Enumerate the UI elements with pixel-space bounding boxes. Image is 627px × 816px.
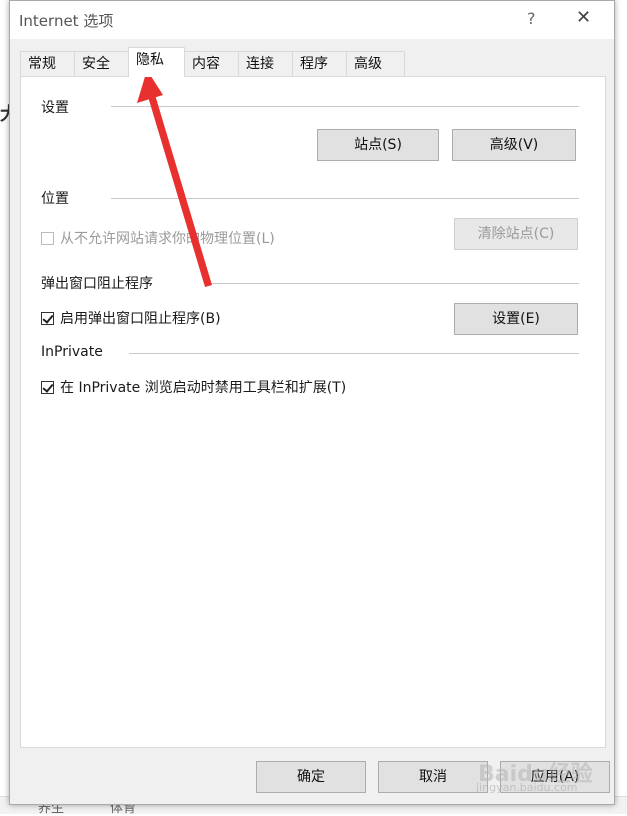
privacy-panel: 设置 站点(S) 高级(V) 位置 从不允许网站请求你的物理位置(L) 清除站点… (20, 76, 606, 748)
location-divider (111, 198, 579, 199)
watermark-url: jingyan.baidu.com (476, 781, 578, 794)
popup-settings-button[interactable]: 设置(E) (454, 303, 578, 335)
location-checkbox-row[interactable]: 从不允许网站请求你的物理位置(L) (41, 228, 275, 248)
location-checkbox-label: 从不允许网站请求你的物理位置(L) (60, 231, 275, 247)
cancel-button[interactable]: 取消 (378, 761, 488, 793)
tab-programs[interactable]: 程序 (292, 51, 347, 76)
checkmark-icon (42, 380, 54, 393)
help-button[interactable]: ? (527, 9, 536, 28)
inprivate-checkbox-label: 在 InPrivate 浏览启动时禁用工具栏和扩展(T) (60, 380, 347, 396)
tab-general[interactable]: 常规 (20, 51, 75, 76)
location-checkbox[interactable] (41, 231, 54, 245)
location-section-label: 位置 (41, 191, 69, 207)
popup-blocker-checkbox[interactable] (41, 311, 54, 325)
popup-blocker-divider (211, 283, 579, 284)
settings-section-label: 设置 (41, 100, 69, 116)
settings-divider (111, 106, 579, 107)
tab-advanced[interactable]: 高级 (346, 51, 405, 76)
clear-sites-button[interactable]: 清除站点(C) (454, 218, 578, 250)
tab-connections[interactable]: 连接 (238, 51, 293, 76)
advanced-button[interactable]: 高级(V) (452, 129, 576, 161)
internet-options-dialog: Internet 选项 ? ✕ 常规 安全 隐私 内容 连接 程序 高级 设置 … (9, 0, 615, 805)
tab-security[interactable]: 安全 (74, 51, 129, 76)
checkmark-icon (42, 311, 54, 324)
dialog-titlebar[interactable]: Internet 选项 ? ✕ (10, 1, 614, 39)
popup-blocker-checkbox-row[interactable]: 启用弹出窗口阻止程序(B) (41, 308, 221, 328)
inprivate-section-label: InPrivate (41, 344, 103, 360)
inprivate-checkbox-row[interactable]: 在 InPrivate 浏览启动时禁用工具栏和扩展(T) (41, 377, 346, 397)
tab-privacy[interactable]: 隐私 (128, 47, 185, 77)
inprivate-checkbox[interactable] (41, 380, 54, 394)
ok-button[interactable]: 确定 (256, 761, 366, 793)
dialog-title: Internet 选项 (19, 12, 114, 30)
popup-blocker-section-label: 弹出窗口阻止程序 (41, 276, 153, 292)
tab-content[interactable]: 内容 (184, 51, 239, 76)
close-button[interactable]: ✕ (576, 7, 591, 28)
sites-button[interactable]: 站点(S) (317, 129, 439, 161)
inprivate-divider (129, 353, 579, 354)
popup-blocker-checkbox-label: 启用弹出窗口阻止程序(B) (60, 311, 221, 327)
